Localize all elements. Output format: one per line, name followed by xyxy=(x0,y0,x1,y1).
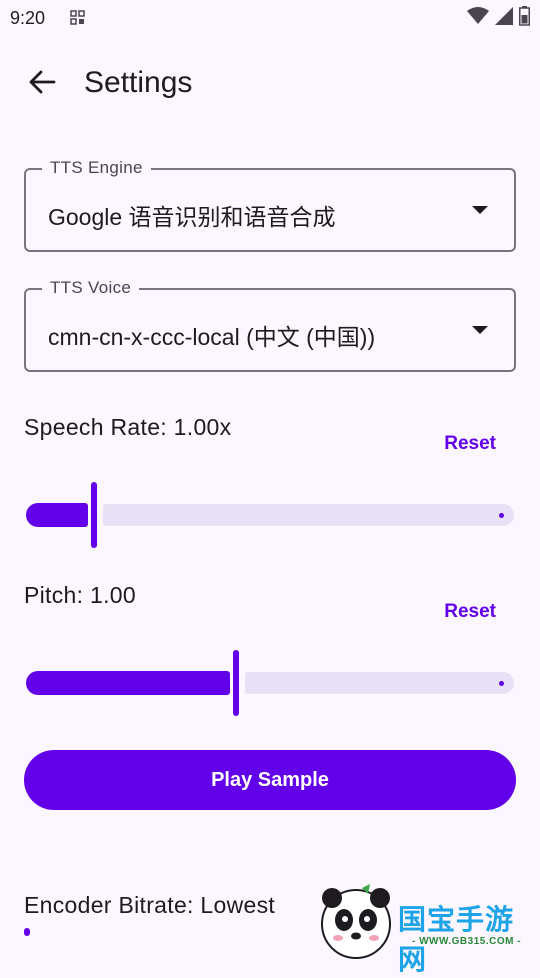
wifi-icon xyxy=(467,6,489,30)
speech-rate-label: Speech Rate: 1.00x xyxy=(24,414,232,440)
pitch-label: Pitch: 1.00 xyxy=(24,582,136,608)
app-bar: Settings xyxy=(0,52,540,116)
tts-engine-value: Google 语音识别和语音合成 xyxy=(48,204,336,230)
speech-rate-slider[interactable] xyxy=(24,482,516,552)
status-bar: 9:20 xyxy=(0,0,540,38)
tts-voice-label: TTS Voice xyxy=(42,278,140,298)
dropdown-arrow-icon xyxy=(472,326,488,334)
play-sample-button[interactable]: Play Sample xyxy=(24,750,516,810)
slider-active-track xyxy=(26,503,89,527)
tts-voice-dropdown[interactable]: TTS Voice cmn-cn-x-ccc-local (中文 (中国)) xyxy=(24,278,516,372)
speech-rate-reset-button[interactable]: Reset xyxy=(444,433,496,455)
dropdown-arrow-icon xyxy=(472,206,488,214)
slider-thumb[interactable] xyxy=(91,482,98,548)
encoder-slider-track[interactable] xyxy=(24,928,30,936)
tts-voice-value: cmn-cn-x-ccc-local (中文 (中国)) xyxy=(48,324,376,350)
pitch-reset-button[interactable]: Reset xyxy=(444,601,496,623)
slider-active-track xyxy=(26,671,230,695)
signal-icon xyxy=(495,6,513,30)
slider-stop-indicator xyxy=(499,513,504,518)
tts-engine-dropdown[interactable]: TTS Engine Google 语音识别和语音合成 xyxy=(24,158,516,252)
tts-engine-label: TTS Engine xyxy=(42,158,151,178)
arrow-back-icon xyxy=(28,68,56,101)
pitch-slider[interactable] xyxy=(24,650,516,720)
slider-inactive-track xyxy=(244,672,514,694)
back-button[interactable] xyxy=(22,64,62,104)
status-icons xyxy=(467,5,530,31)
slider-stop-indicator xyxy=(499,681,504,686)
watermark-site: - WWW.GB315.COM - xyxy=(412,936,522,947)
status-time: 9:20 xyxy=(10,8,46,28)
page-title: Settings xyxy=(84,66,193,99)
watermark-logo: 国宝手游网 - WWW.GB315.COM - xyxy=(318,882,540,975)
slider-inactive-track xyxy=(103,504,514,526)
notification-icon xyxy=(70,10,86,26)
battery-icon xyxy=(519,5,530,31)
panda-icon xyxy=(318,884,394,965)
slider-thumb[interactable] xyxy=(232,650,239,716)
encoder-bitrate-label: Encoder Bitrate: Lowest xyxy=(24,892,276,918)
